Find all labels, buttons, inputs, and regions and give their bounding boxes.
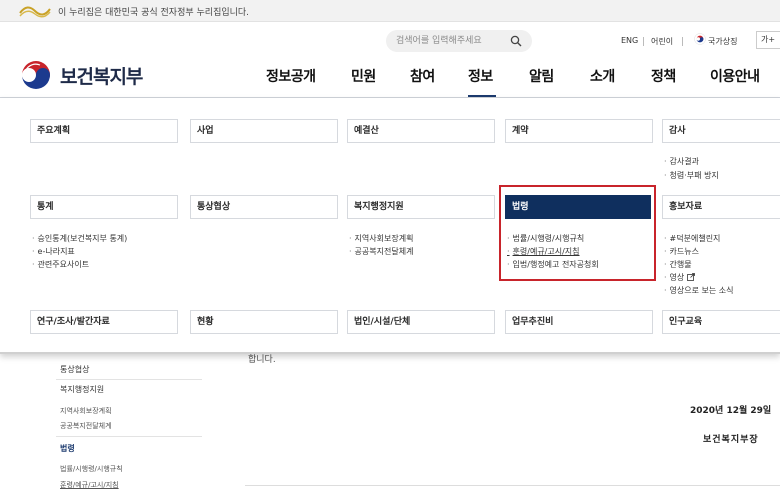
lnb-item-welfare-admin[interactable]: 복지행정지원 (60, 384, 104, 395)
kids-link[interactable]: 어린이 (651, 36, 673, 47)
gnb-policy[interactable]: 정책 (651, 66, 676, 86)
search-box (386, 30, 532, 52)
national-symbol-link[interactable]: 국가상징 (708, 36, 737, 47)
gov-banner-text: 이 누리집은 대한민국 공식 전자정부 누리집입니다. (58, 8, 250, 18)
gnb-info-disclosure[interactable]: 정보공개 (266, 66, 316, 86)
lnb-item-trade[interactable]: 통상협상 (60, 364, 89, 375)
menu-item-approved-statistics[interactable]: 승인통계(보건복지부 통계) (32, 233, 128, 245)
menu-category-audit[interactable]: 감사 (662, 119, 780, 143)
menu-item-community-security-plan[interactable]: 지역사회보장계획 (349, 233, 414, 245)
menu-item-video[interactable]: 영상 (664, 272, 696, 284)
menu-category-population-education[interactable]: 인구교육 (662, 310, 780, 334)
gnb-usage-guide[interactable]: 이용안내 (710, 66, 760, 86)
divider (56, 379, 202, 380)
gnb-civil-petition[interactable]: 민원 (351, 66, 376, 86)
lnb-sub-item[interactable]: 공공복지전달체계 (60, 421, 112, 431)
menu-item-video-label: 영상 (669, 273, 685, 282)
highlight-annotation-box (499, 185, 656, 281)
site-header: ENG 어린이 국가상징 가+ 보건복지부 정보공개 민원 참여 정보 알림 소… (0, 22, 780, 98)
menu-category-statistics[interactable]: 통계 (30, 195, 178, 219)
document-date: 2020년 12월 29일 (690, 406, 772, 416)
search-input[interactable] (396, 34, 506, 48)
font-size-button[interactable]: 가+ (756, 31, 780, 49)
menu-item-audit-results[interactable]: 감사결과 (664, 156, 699, 168)
menu-item-card-news[interactable]: 카드뉴스 (664, 246, 699, 258)
menu-category-welfare-admin[interactable]: 복지행정지원 (347, 195, 495, 219)
lnb-item-law[interactable]: 법령 (60, 443, 75, 454)
menu-item-e-nara-index[interactable]: e-나라지표 (32, 246, 75, 258)
gnb-active-indicator (468, 95, 496, 97)
menu-category-status[interactable]: 현황 (190, 310, 338, 334)
lnb-sub-item-active[interactable]: 훈령/예규/고시/지침 (60, 480, 119, 490)
lnb-sub-item[interactable]: 법률/시행령/시행규칙 (60, 464, 123, 474)
menu-category-main-plans[interactable]: 주요계획 (30, 119, 178, 143)
gov-banner: 이 누리집은 대한민국 공식 전자정부 누리집입니다. (0, 0, 780, 22)
gnb-participation[interactable]: 참여 (410, 66, 435, 86)
taegukgi-flag-icon (694, 33, 706, 45)
menu-item-publications[interactable]: 간행물 (664, 259, 692, 271)
menu-category-trade-negotiation[interactable]: 통상협상 (190, 195, 338, 219)
menu-category-research-publications[interactable]: 연구/조사/발간자료 (30, 310, 178, 334)
menu-item-related-sites[interactable]: 관련주요사이트 (32, 259, 90, 271)
menu-item-anti-corruption[interactable]: 청렴·부패 방지 (664, 170, 719, 182)
menu-category-contract[interactable]: 계약 (505, 119, 653, 143)
menu-item-public-welfare-delivery[interactable]: 공공복지전달체계 (349, 246, 414, 258)
menu-category-corporations-facilities[interactable]: 법인/시설/단체 (347, 310, 495, 334)
menu-category-business-expenses[interactable]: 업무추진비 (505, 310, 653, 334)
menu-item-video-news[interactable]: 영상으로 보는 소식 (664, 285, 734, 297)
menu-category-projects[interactable]: 사업 (190, 119, 338, 143)
divider (245, 485, 780, 486)
menu-category-pr-materials[interactable]: 홍보자료 (662, 195, 780, 219)
divider (682, 37, 683, 46)
korea-government-logo-icon (19, 6, 51, 18)
divider (56, 436, 202, 437)
document-signature: 보건복지부장 (703, 435, 759, 445)
divider (643, 37, 644, 46)
menu-category-budget[interactable]: 예결산 (347, 119, 495, 143)
eng-link[interactable]: ENG (621, 36, 638, 45)
mohw-taeguk-logo-icon[interactable] (18, 57, 54, 93)
search-icon[interactable] (510, 35, 522, 47)
gnb-about[interactable]: 소개 (590, 66, 615, 86)
menu-item-thanks-challenge[interactable]: #덕분에챌린지 (664, 233, 721, 245)
site-logo-text[interactable]: 보건복지부 (60, 62, 143, 89)
external-link-icon (687, 273, 696, 281)
gnb-information[interactable]: 정보 (468, 66, 493, 86)
gnb-notice[interactable]: 알림 (529, 66, 554, 86)
page-content-background (0, 354, 780, 497)
lnb-sub-item[interactable]: 지역사회보장계획 (60, 406, 112, 416)
